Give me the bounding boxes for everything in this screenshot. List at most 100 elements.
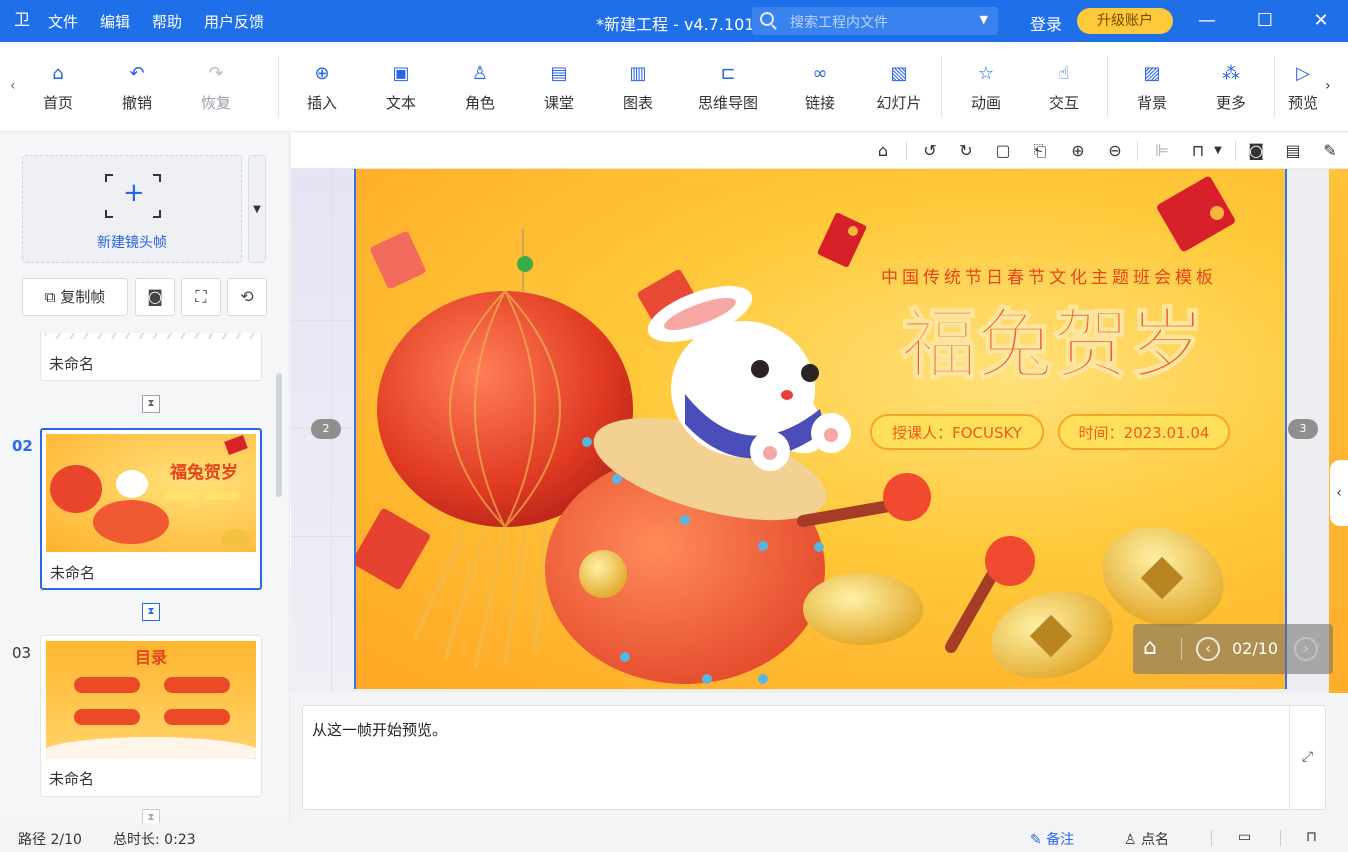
home-icon[interactable]: ⌂ [1143, 636, 1157, 660]
slide-illustration: 中国传统节日春节文化主题班会模板 福兔贺岁 授课人：FOCUSKY 时间：202… [355, 176, 1235, 684]
tool-label: 首页 [42, 94, 73, 112]
tool-more[interactable]: ⁂ 更多 [1196, 62, 1266, 116]
login-button[interactable]: 登录 [1030, 11, 1062, 35]
red-envelope-icon [817, 212, 867, 268]
rollcall-button[interactable]: ♙ 点名 [1124, 829, 1169, 849]
tool-character[interactable]: ♙ 角色 [445, 62, 515, 116]
new-frame-dropdown[interactable]: ▼ [248, 155, 266, 263]
toolbar-divider [1107, 56, 1108, 118]
tool-classroom[interactable]: ▤ 课堂 [524, 62, 594, 116]
zoom-in-icon[interactable]: ⊕ [1067, 140, 1089, 162]
home-view-icon[interactable]: ⌂ [872, 140, 894, 162]
tool-mindmap[interactable]: ⊏ 思维导图 [690, 62, 766, 116]
tool-text[interactable]: ▣ 文本 [366, 62, 436, 116]
rollcall-label: 点名 [1141, 832, 1170, 848]
menu-file[interactable]: 文件 [48, 11, 78, 32]
frame-item-selected[interactable]: 福兔贺岁 未命名 [40, 428, 262, 590]
tool-insert[interactable]: ⊕ 插入 [287, 62, 357, 116]
chevron-down-icon[interactable]: ▼ [980, 13, 988, 26]
notes-toggle[interactable]: ✎ 备注 [1030, 829, 1074, 849]
lock-icon[interactable]: ⊓ [1306, 829, 1317, 845]
paste-icon[interactable]: ⎗ [1029, 140, 1051, 162]
rotate-right-icon[interactable]: ↻ [955, 140, 977, 162]
copy-frame-button[interactable]: ⧉ 复制帧 [22, 278, 128, 316]
tool-preview[interactable]: ▷ 预览 [1284, 62, 1320, 116]
tool-slides[interactable]: ▧ 幻灯片 [864, 62, 934, 116]
right-panel-toggle[interactable]: ‹ [1330, 460, 1348, 526]
close-icon[interactable]: ✕ [1308, 8, 1334, 34]
copy-icon: ⧉ [44, 288, 61, 306]
page-indicator: 02/10 [1232, 639, 1279, 658]
camera-icon[interactable]: ◙ [1245, 140, 1267, 162]
menu-feedback[interactable]: 用户反馈 [204, 11, 264, 32]
slide-title[interactable]: 福兔贺岁 [899, 299, 1206, 390]
tool-label: 链接 [804, 94, 835, 112]
tool-label: 插入 [306, 94, 337, 112]
edit-icon[interactable]: ✎ [1319, 140, 1341, 162]
new-frame-button[interactable]: + 新建镜头帧 [22, 155, 242, 263]
capture-icon[interactable]: ▤ [1282, 140, 1304, 162]
next-icon[interactable]: › [1294, 637, 1318, 661]
tool-link[interactable]: ∞ 链接 [785, 62, 855, 116]
next-frame-badge[interactable]: 3 [1288, 419, 1318, 439]
frame-list: 未命名 ⧗ 02 福兔贺岁 未命名 ⧗ 03 目录 未命名 ⧗ [0, 333, 290, 823]
menu-help[interactable]: 帮助 [152, 11, 182, 32]
tool-label: 预览 [1287, 94, 1318, 112]
frame-item[interactable]: 目录 未命名 [40, 635, 262, 797]
tool-label: 文本 [385, 94, 416, 112]
lock-icon[interactable]: ⊓ [1187, 140, 1209, 162]
thumbnail-art: 福兔贺岁 [50, 435, 251, 549]
undo-icon: ↶ [129, 63, 145, 84]
notes-text[interactable]: 从这一帧开始预览。 [312, 719, 447, 740]
transition-icon[interactable]: ⧗ [142, 809, 160, 823]
teacher-label[interactable]: 授课人：FOCUSKY [892, 424, 1023, 442]
tool-chart[interactable]: ▥ 图表 [603, 62, 673, 116]
slide-subtitle[interactable]: 中国传统节日春节文化主题班会模板 [881, 268, 1217, 288]
tool-animation[interactable]: ☆ 动画 [951, 62, 1021, 116]
rotate-left-icon[interactable]: ↺ [919, 140, 941, 162]
menu-edit[interactable]: 编辑 [100, 11, 130, 32]
expand-icon[interactable]: ⤢ [1289, 706, 1325, 809]
path-button[interactable]: ⟲ [227, 278, 267, 316]
person-icon: ♙ [1124, 832, 1142, 848]
copy-icon[interactable]: ▢ [992, 140, 1014, 162]
transition-icon[interactable]: ⧗ [142, 395, 160, 413]
lantern-tassel [413, 528, 547, 670]
prev-frame-badge[interactable]: 2 [311, 419, 341, 439]
red-envelope-icon [370, 231, 426, 289]
transition-icon[interactable]: ⧗ [142, 603, 160, 621]
zoom-out-icon[interactable]: ⊖ [1104, 140, 1126, 162]
search-input[interactable]: 搜索工程内文件 ▼ [752, 7, 998, 35]
notes-editor[interactable]: 从这一帧开始预览。 ⤢ [302, 705, 1326, 810]
toolbar-divider [278, 56, 279, 118]
search-placeholder: 搜索工程内文件 [790, 15, 888, 31]
notes-icon: ✎ [1030, 832, 1047, 848]
thumbnail-art: 目录 [46, 648, 256, 759]
prev-icon[interactable]: ‹ [1196, 637, 1220, 661]
chevron-down-icon[interactable]: ▼ [1207, 140, 1229, 162]
frame-number: 03 [12, 644, 32, 662]
app-logo-icon: 卫 [13, 10, 30, 29]
align-icon[interactable]: ⊫ [1151, 140, 1173, 162]
minimize-icon[interactable]: — [1194, 8, 1220, 34]
upgrade-button[interactable]: 升级账户 [1077, 8, 1173, 34]
screenshot-button[interactable]: ⛶ [181, 278, 221, 316]
maximize-icon[interactable]: ☐ [1252, 8, 1278, 34]
tool-interaction[interactable]: ☝ 交互 [1029, 62, 1099, 116]
next-frame-area [1329, 169, 1348, 693]
insert-icon: ⊕ [314, 63, 330, 84]
text-icon: ▣ [392, 63, 410, 84]
tool-home[interactable]: ⌂ 首页 [23, 62, 93, 116]
camera-button[interactable]: ◙ [135, 278, 175, 316]
date-label[interactable]: 时间：2023.01.04 [1079, 424, 1210, 442]
tool-undo[interactable]: ↶ 撤销 [102, 62, 172, 116]
frame-list-scrollbar[interactable] [276, 373, 282, 497]
drumstick-head [985, 536, 1035, 586]
frame-item[interactable]: 未命名 [40, 333, 262, 381]
tool-background[interactable]: ▨ 背景 [1117, 62, 1187, 116]
toolbar-scroll-right-icon[interactable]: › [1325, 78, 1331, 94]
screen-icon[interactable]: ▭ [1238, 829, 1251, 845]
slide-canvas[interactable]: 中国传统节日春节文化主题班会模板 福兔贺岁 授课人：FOCUSKY 时间：202… [355, 169, 1286, 689]
tool-redo[interactable]: ↷ 恢复 [181, 62, 251, 116]
toolbar-scroll-left-icon[interactable]: ‹ [10, 78, 16, 94]
